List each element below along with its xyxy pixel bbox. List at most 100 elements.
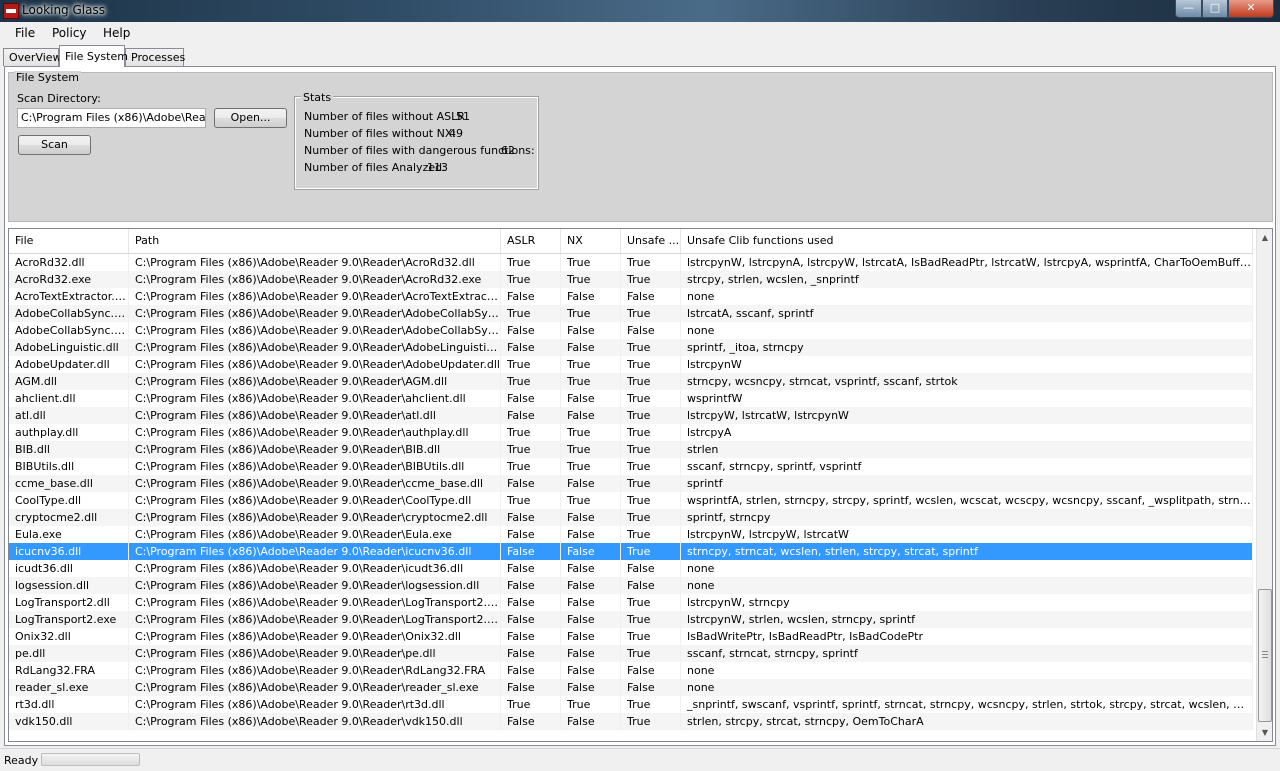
table-row[interactable]: pe.dll C:\Program Files (x86)\Adobe\Reade… — [9, 645, 1253, 662]
grid-rows: AcroRd32.dll C:\Program Files (x86)\Adobe… — [9, 254, 1253, 730]
tab-file-system[interactable]: File System — [59, 45, 128, 67]
menu-help[interactable]: Help — [103, 26, 130, 40]
column-header-nx[interactable]: NX — [561, 229, 621, 253]
cell-unsafe-functions: none — [681, 662, 1253, 679]
tab-overview[interactable]: OverView — [3, 48, 62, 66]
table-row[interactable]: AdobeCollabSync.exe C:\Program Files (x86… — [9, 305, 1253, 322]
cell-unsafe-functions: _snprintf, swscanf, vsprintf, sprintf, s… — [681, 696, 1253, 713]
column-header-unsafe-functions[interactable]: Unsafe Clib functions used — [681, 229, 1253, 253]
table-row[interactable]: LogTransport2.dll C:\Program Files (x86)\… — [9, 594, 1253, 611]
table-row[interactable]: AcroTextExtractor.exe C:\Program Files (x… — [9, 288, 1253, 305]
table-row[interactable]: Onix32.dll C:\Program Files (x86)\Adobe\R… — [9, 628, 1253, 645]
cell-unsafe-functions: IsBadWritePtr, IsBadReadPtr, IsBadCodePt… — [681, 628, 1253, 645]
close-button[interactable]: ✕ — [1228, 0, 1274, 18]
cell-file: AdobeLinguistic.dll — [9, 339, 129, 356]
cell-nx: True — [561, 458, 621, 475]
cell-file: vdk150.dll — [9, 713, 129, 730]
cell-unsafe: False — [621, 577, 681, 594]
cell-unsafe: False — [621, 322, 681, 339]
column-header-file[interactable]: File — [9, 229, 129, 253]
table-row[interactable]: reader_sl.exe C:\Program Files (x86)\Adob… — [9, 679, 1253, 696]
column-header-unsafe[interactable]: Unsafe ... — [621, 229, 681, 253]
cell-aslr: True — [501, 458, 561, 475]
table-row[interactable]: RdLang32.FRA C:\Program Files (x86)\Adobe… — [9, 662, 1253, 679]
cell-aslr: False — [501, 713, 561, 730]
cell-aslr: False — [501, 679, 561, 696]
table-row[interactable]: LogTransport2.exe C:\Program Files (x86)\… — [9, 611, 1253, 628]
cell-nx: False — [561, 628, 621, 645]
cell-nx: False — [561, 526, 621, 543]
open-button[interactable]: Open... — [214, 108, 287, 128]
cell-unsafe-functions: lstrcpyA — [681, 424, 1253, 441]
cell-file: Onix32.dll — [9, 628, 129, 645]
cell-unsafe-functions: strcpy, strlen, wcslen, _snprintf — [681, 271, 1253, 288]
cell-nx: True — [561, 424, 621, 441]
table-row[interactable]: AcroRd32.exe C:\Program Files (x86)\Adobe… — [9, 271, 1253, 288]
cell-nx: False — [561, 322, 621, 339]
tab-strip: OverView File System Processes — [0, 45, 1280, 67]
table-row[interactable]: rt3d.dll C:\Program Files (x86)\Adobe\Rea… — [9, 696, 1253, 713]
scroll-up-arrow-icon[interactable]: ▲ — [1257, 229, 1272, 246]
cell-nx: False — [561, 645, 621, 662]
cell-nx: False — [561, 679, 621, 696]
cell-unsafe: True — [621, 339, 681, 356]
table-row[interactable]: atl.dll C:\Program Files (x86)\Adobe\Read… — [9, 407, 1253, 424]
cell-nx: False — [561, 288, 621, 305]
cell-path: C:\Program Files (x86)\Adobe\Reader 9.0\… — [129, 543, 501, 560]
menu-policy[interactable]: Policy — [52, 26, 87, 40]
column-header-path[interactable]: Path — [129, 229, 501, 253]
scrollbar-thumb[interactable] — [1258, 589, 1272, 722]
table-row[interactable]: AdobeUpdater.dll C:\Program Files (x86)\A… — [9, 356, 1253, 373]
minimize-button[interactable]: — — [1175, 0, 1202, 18]
scan-directory-input[interactable]: C:\Program Files (x86)\Adobe\Reader 9.0 — [17, 108, 206, 128]
table-row[interactable]: AcroRd32.dll C:\Program Files (x86)\Adobe… — [9, 254, 1253, 271]
cell-unsafe-functions: lstrcpynW, lstrcpyW, lstrcatW — [681, 526, 1253, 543]
no-nx-label: Number of files without NX: — [304, 127, 457, 140]
table-row[interactable]: AGM.dll C:\Program Files (x86)\Adobe\Read… — [9, 373, 1253, 390]
scan-button[interactable]: Scan — [18, 135, 91, 155]
maximize-button[interactable]: □ — [1202, 0, 1228, 18]
cell-path: C:\Program Files (x86)\Adobe\Reader 9.0\… — [129, 526, 501, 543]
column-header-aslr[interactable]: ASLR — [501, 229, 561, 253]
table-row[interactable]: vdk150.dll C:\Program Files (x86)\Adobe\R… — [9, 713, 1253, 730]
cell-path: C:\Program Files (x86)\Adobe\Reader 9.0\… — [129, 424, 501, 441]
cell-path: C:\Program Files (x86)\Adobe\Reader 9.0\… — [129, 339, 501, 356]
table-row[interactable]: icucnv36.dll C:\Program Files (x86)\Adobe… — [9, 543, 1253, 560]
cell-nx: False — [561, 543, 621, 560]
table-row[interactable]: AdobeLinguistic.dll C:\Program Files (x86… — [9, 339, 1253, 356]
vertical-scrollbar[interactable]: ▲ ▼ — [1256, 229, 1272, 741]
cell-file: logsession.dll — [9, 577, 129, 594]
cell-unsafe-functions: lstrcpynW, strncpy — [681, 594, 1253, 611]
table-row[interactable]: cryptocme2.dll C:\Program Files (x86)\Ado… — [9, 509, 1253, 526]
cell-unsafe: True — [621, 696, 681, 713]
table-row[interactable]: AdobeCollabSync.FRA C:\Program Files (x86… — [9, 322, 1253, 339]
table-row[interactable]: authplay.dll C:\Program Files (x86)\Adobe… — [9, 424, 1253, 441]
table-row[interactable]: logsession.dll C:\Program Files (x86)\Ado… — [9, 577, 1253, 594]
table-row[interactable]: BIB.dll C:\Program Files (x86)\Adobe\Read… — [9, 441, 1253, 458]
scroll-down-arrow-icon[interactable]: ▼ — [1257, 724, 1272, 741]
cell-aslr: True — [501, 373, 561, 390]
table-row[interactable]: ahclient.dll C:\Program Files (x86)\Adobe… — [9, 390, 1253, 407]
cell-aslr: True — [501, 424, 561, 441]
table-row[interactable]: Eula.exe C:\Program Files (x86)\Adobe\Rea… — [9, 526, 1253, 543]
cell-file: authplay.dll — [9, 424, 129, 441]
cell-unsafe: True — [621, 271, 681, 288]
cell-unsafe: True — [621, 356, 681, 373]
menu-file[interactable]: File — [15, 26, 35, 40]
cell-unsafe: True — [621, 390, 681, 407]
cell-unsafe: True — [621, 475, 681, 492]
table-row[interactable]: CoolType.dll C:\Program Files (x86)\Adobe… — [9, 492, 1253, 509]
table-row[interactable]: ccme_base.dll C:\Program Files (x86)\Adob… — [9, 475, 1253, 492]
cell-unsafe-functions: sprintf, strncpy — [681, 509, 1253, 526]
table-row[interactable]: icudt36.dll C:\Program Files (x86)\Adobe\… — [9, 560, 1253, 577]
no-nx-value: 49 — [449, 127, 463, 140]
cell-unsafe: True — [621, 492, 681, 509]
cell-file: BIB.dll — [9, 441, 129, 458]
table-row[interactable]: BIBUtils.dll C:\Program Files (x86)\Adobe… — [9, 458, 1253, 475]
cell-nx: False — [561, 475, 621, 492]
cell-unsafe-functions: sprintf — [681, 475, 1253, 492]
tab-processes[interactable]: Processes — [125, 48, 185, 66]
cell-file: pe.dll — [9, 645, 129, 662]
cell-path: C:\Program Files (x86)\Adobe\Reader 9.0\… — [129, 577, 501, 594]
cell-aslr: True — [501, 254, 561, 271]
